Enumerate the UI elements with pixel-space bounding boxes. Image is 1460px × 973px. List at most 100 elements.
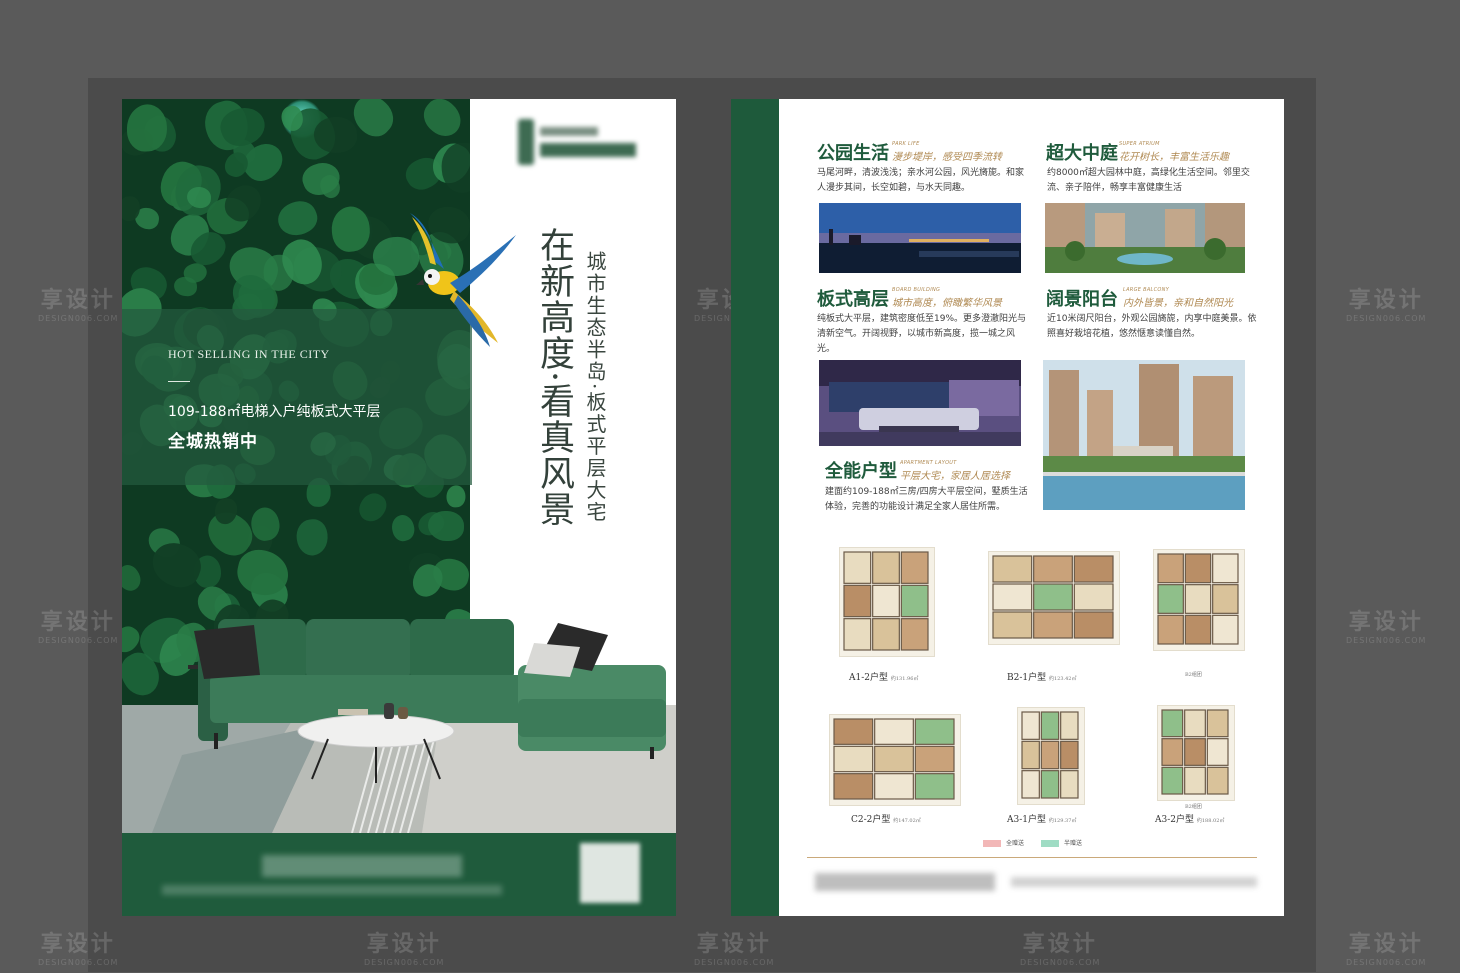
floor-plan[interactable] bbox=[1017, 707, 1085, 805]
room bbox=[914, 773, 955, 800]
qr-code bbox=[580, 843, 640, 903]
plan-label: A3-2户型 约188.02㎡ bbox=[1155, 815, 1225, 825]
address-blurred bbox=[1011, 877, 1257, 887]
room bbox=[872, 551, 900, 584]
watermark: 享设计DESIGN006.COM bbox=[1346, 610, 1427, 645]
floor-plan[interactable] bbox=[1157, 705, 1235, 801]
living-room-photo bbox=[819, 360, 1021, 446]
section-subtitle: 平层大宅，家居人居选择 bbox=[900, 471, 1010, 482]
room bbox=[833, 718, 874, 745]
floor-plan[interactable] bbox=[839, 547, 935, 657]
room bbox=[1073, 583, 1114, 611]
room bbox=[1184, 584, 1212, 614]
towers-pool-photo bbox=[1043, 360, 1245, 510]
section-en: BOARD BUILDING bbox=[892, 287, 941, 293]
floor-plan-drawing bbox=[992, 555, 1114, 639]
section-title: 公园生活 bbox=[817, 143, 889, 164]
room bbox=[900, 618, 929, 651]
green-side-strip bbox=[731, 99, 779, 916]
section-title: 板式高层 bbox=[817, 289, 889, 310]
floor-plan[interactable] bbox=[988, 551, 1120, 645]
room bbox=[874, 773, 914, 800]
room bbox=[1157, 584, 1184, 614]
floor-plan-drawing bbox=[1157, 553, 1239, 645]
room bbox=[1033, 611, 1073, 639]
section-subtitle: 花开树长，丰富生活乐趣 bbox=[1119, 152, 1229, 163]
legend-half-gift: 半赠送 bbox=[1041, 838, 1082, 847]
divider bbox=[168, 381, 190, 382]
room bbox=[1040, 770, 1060, 799]
floor-plan-drawing bbox=[843, 551, 929, 651]
green-sofa-illustration bbox=[188, 619, 666, 783]
room bbox=[1060, 770, 1079, 799]
hotline-blurred bbox=[815, 873, 995, 891]
room bbox=[900, 551, 929, 584]
section-title: 全能户型 bbox=[825, 461, 897, 482]
watermark: 享设计DESIGN006.COM bbox=[1346, 288, 1427, 323]
on-sale-text: 全城热销中 bbox=[168, 432, 258, 452]
section-title: 阔景阳台 bbox=[1046, 289, 1118, 310]
room bbox=[1184, 709, 1206, 738]
room bbox=[843, 584, 872, 618]
room bbox=[1033, 555, 1073, 583]
left-flyer-page: HOT SELLING IN THE CITY 109-188㎡电梯入户纯板式大… bbox=[122, 99, 676, 916]
plan-label: A1-2户型 约131.96㎡ bbox=[849, 673, 919, 683]
floor-plan-drawing bbox=[1021, 711, 1079, 799]
section-en: LARGE BALCONY bbox=[1123, 287, 1170, 293]
legend-full-gift: 全赠送 bbox=[983, 838, 1024, 847]
floor-plan[interactable] bbox=[829, 714, 961, 806]
floor-plan[interactable] bbox=[1153, 549, 1245, 651]
floor-plan-drawing bbox=[833, 718, 955, 800]
room bbox=[1184, 614, 1212, 645]
plan-label: A3-1户型 约129.37㎡ bbox=[1007, 815, 1077, 825]
room bbox=[900, 584, 929, 618]
floor-plan-drawing bbox=[1161, 709, 1229, 795]
room bbox=[833, 745, 874, 773]
section-body: 纯板式大平层，建筑密度低至19%。更多澄澈阳光与清新空气。开阔视野，以城市新高度… bbox=[817, 314, 1027, 354]
section-en: PARK LIFE bbox=[892, 141, 920, 147]
room bbox=[1184, 553, 1212, 584]
plan-label: B2-1户型 约123.42㎡ bbox=[1007, 673, 1077, 683]
room bbox=[1161, 709, 1184, 738]
room bbox=[1021, 740, 1040, 770]
room bbox=[843, 551, 872, 584]
section-body: 约8000㎡超大园林中庭，高绿化生活空间。邻里交流、亲子陪伴，畅享丰富健康生活 bbox=[1047, 168, 1250, 193]
subline: 城市生态半岛·板式平层大宅 bbox=[583, 251, 607, 524]
room bbox=[1021, 711, 1040, 740]
room bbox=[874, 745, 914, 773]
room bbox=[914, 745, 955, 773]
section-title: 超大中庭 bbox=[1046, 143, 1118, 164]
room bbox=[1184, 738, 1206, 766]
section-body: 近10米阔尺阳台，外观公园旖旎，内享中庭美景。依照喜好栽培花植，悠然惬意读懂自然… bbox=[1047, 314, 1257, 339]
section-body: 马尾河畔，清波浅浅；亲水河公园，风光旖旎。和家人漫步其间，长空如碧，与水天同趣。 bbox=[817, 168, 1025, 193]
plan-label: C2-2户型 约147.02㎡ bbox=[851, 815, 921, 825]
fern-leaf bbox=[122, 560, 146, 595]
footer-rule bbox=[807, 857, 1257, 858]
section-en: SUPER ATRIUM bbox=[1119, 141, 1160, 147]
room bbox=[1206, 766, 1229, 795]
macaw-parrot-illustration bbox=[410, 213, 516, 347]
section-subtitle: 城市高度，俯瞰繁华风景 bbox=[892, 298, 1002, 309]
room bbox=[1184, 766, 1206, 795]
room bbox=[992, 555, 1033, 583]
fern-leaf bbox=[353, 487, 391, 526]
room bbox=[1212, 584, 1239, 614]
section-en: APARTMENT LAYOUT bbox=[900, 460, 957, 466]
hotline-blurred bbox=[262, 855, 462, 877]
room bbox=[872, 618, 900, 651]
plan-label: B2组团 bbox=[1185, 672, 1202, 678]
half-gift-swatch bbox=[1041, 840, 1059, 847]
section-body: 建面约109-188㎡三房/四房大平层空间，墅质生活体验，完善的功能设计满足全家… bbox=[825, 487, 1028, 512]
fern-leaf bbox=[445, 485, 466, 509]
full-gift-swatch bbox=[983, 840, 1001, 847]
room bbox=[1040, 711, 1060, 740]
room bbox=[1161, 766, 1184, 795]
room bbox=[1206, 738, 1229, 766]
river-night-photo bbox=[819, 203, 1021, 273]
room bbox=[1040, 740, 1060, 770]
room bbox=[992, 611, 1033, 639]
room bbox=[1073, 611, 1114, 639]
fern-leaf bbox=[272, 195, 322, 241]
room bbox=[1212, 553, 1239, 584]
area-line: 109-188㎡电梯入户纯板式大平层 bbox=[168, 404, 381, 420]
